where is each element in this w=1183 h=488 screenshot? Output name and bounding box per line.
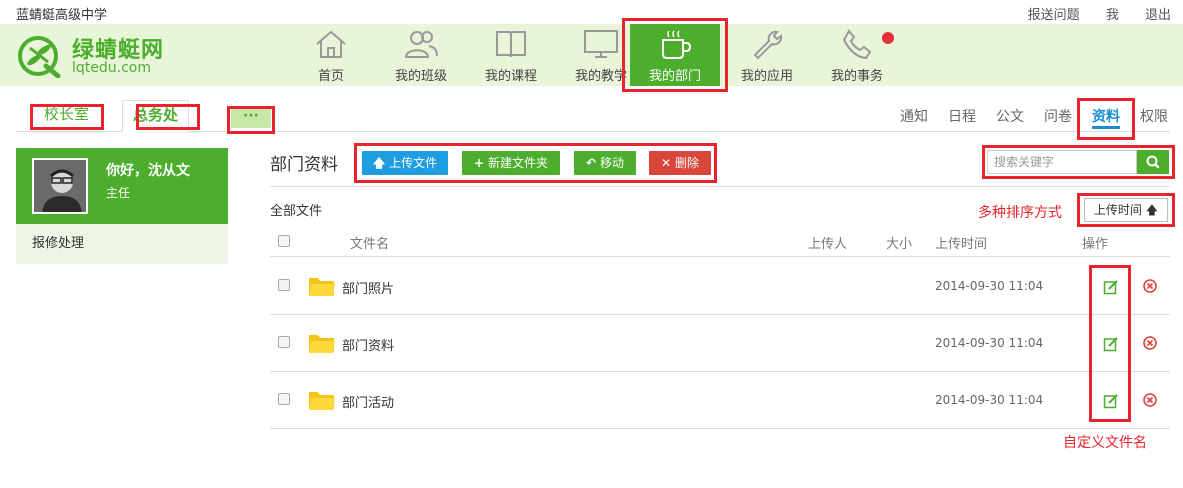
me-link[interactable]: 我 — [1106, 8, 1119, 23]
school-name: 蓝蜻蜓高级中学 — [16, 8, 108, 23]
logo-text-en: lqtedu.com — [72, 60, 151, 76]
tab-schedule[interactable]: 日程 — [948, 106, 976, 126]
header-divider — [270, 256, 1170, 257]
column-header-name: 文件名 — [350, 237, 390, 252]
toolbar-divider — [270, 186, 1170, 187]
logout-link[interactable]: 退出 — [1145, 8, 1171, 23]
tab-materials[interactable]: 资料 — [1092, 106, 1120, 126]
row-checkbox[interactable] — [278, 336, 290, 348]
search-button[interactable] — [1137, 150, 1169, 174]
column-header-size: 大小 — [886, 237, 913, 252]
column-header-time: 上传时间 — [935, 237, 988, 252]
row-divider — [270, 371, 1170, 372]
nav-my-department[interactable]: 我的部门 — [630, 24, 720, 86]
search-input[interactable]: 搜索关键字 — [987, 150, 1137, 174]
folder-icon — [309, 335, 335, 353]
search-icon — [1146, 155, 1160, 169]
file-name[interactable]: 部门资料 — [342, 335, 394, 354]
file-name[interactable]: 部门照片 — [342, 278, 394, 297]
arrow-up-icon: 🡅 — [1145, 203, 1159, 217]
new-folder-button[interactable]: + 新建文件夹 — [462, 151, 560, 175]
department-tabs-row: 校长室 总务处 ··· 通知 日程 公文 问卷 资料 权限 — [16, 96, 1170, 132]
upload-time: 2014-09-30 11:04 — [935, 336, 1044, 350]
breadcrumb-all-files[interactable]: 全部文件 — [270, 200, 322, 219]
remove-circle-icon[interactable] — [1142, 335, 1158, 351]
tab-notice[interactable]: 通知 — [900, 106, 928, 126]
top-links: 报送问题 我 退出 — [1006, 4, 1171, 23]
file-name[interactable]: 部门活动 — [342, 392, 394, 411]
active-tab-underline — [1092, 126, 1120, 129]
tab-documents[interactable]: 公文 — [996, 106, 1024, 126]
delete-button[interactable]: ✕ 删除 — [649, 151, 711, 175]
dragonfly-logo-icon — [18, 36, 61, 78]
row-divider — [270, 428, 1170, 429]
nav-my-affairs[interactable]: 我的事务 — [812, 24, 902, 86]
row-checkbox[interactable] — [278, 279, 290, 291]
sort-annotation: 多种排序方式 — [978, 205, 1062, 221]
arrow-up-icon: 🡅 — [372, 156, 386, 170]
plus-icon: + — [473, 156, 485, 170]
remove-circle-icon[interactable] — [1142, 392, 1158, 408]
nav-my-courses[interactable]: 我的课程 — [466, 24, 556, 86]
tab-permissions[interactable]: 权限 — [1140, 106, 1168, 126]
report-issue-link[interactable]: 报送问题 — [1028, 8, 1080, 23]
more-tabs-button[interactable]: ··· — [231, 108, 271, 128]
header: 绿蜻蜓网 lqtedu.com 首页 我的班级 我的课程 我的教学 我的部门 我… — [0, 24, 1183, 86]
upload-time: 2014-09-30 11:04 — [935, 393, 1044, 407]
edit-icon[interactable] — [1103, 336, 1119, 352]
user-profile-card: 你好，沈从文 主任 — [16, 148, 228, 224]
tab-survey[interactable]: 问卷 — [1044, 106, 1072, 126]
phone-icon — [842, 29, 872, 60]
page-title: 部门资料 — [270, 155, 338, 175]
sidebar-item-repair[interactable]: 报修处理 — [16, 224, 228, 264]
top-bar: 蓝蜻蜓高级中学 报送问题 我 退出 — [0, 0, 1183, 24]
site-logo[interactable]: 绿蜻蜓网 lqtedu.com — [16, 28, 176, 80]
column-header-uploader: 上传人 — [808, 237, 848, 252]
monitor-icon — [584, 30, 618, 58]
coffee-cup-icon — [662, 30, 692, 59]
user-portrait-icon — [34, 160, 86, 212]
wrench-icon — [753, 30, 783, 60]
close-icon: ✕ — [660, 156, 672, 170]
row-divider — [270, 314, 1170, 315]
user-role: 主任 — [106, 186, 131, 200]
greeting-text: 你好，沈从文 — [106, 163, 190, 179]
upload-time: 2014-09-30 11:04 — [935, 279, 1044, 293]
people-icon — [404, 31, 438, 58]
home-icon — [316, 30, 346, 58]
custom-filename-annotation: 自定义文件名 — [1063, 435, 1147, 451]
sort-by-upload-time-button[interactable]: 上传时间 🡅 — [1084, 198, 1168, 222]
notification-badge — [882, 32, 894, 44]
nav-home[interactable]: 首页 — [286, 24, 376, 86]
folder-icon — [309, 392, 335, 410]
tab-principal-office[interactable]: 校长室 — [34, 100, 99, 132]
nav-my-apps[interactable]: 我的应用 — [722, 24, 812, 86]
nav-my-class[interactable]: 我的班级 — [376, 24, 466, 86]
upload-file-button[interactable]: 🡅 上传文件 — [362, 151, 448, 175]
book-icon — [496, 31, 526, 58]
edit-icon[interactable] — [1103, 279, 1119, 295]
row-checkbox[interactable] — [278, 393, 290, 405]
column-header-ops: 操作 — [1082, 237, 1109, 252]
remove-circle-icon[interactable] — [1142, 278, 1158, 294]
edit-icon[interactable] — [1103, 393, 1119, 409]
tab-general-affairs[interactable]: 总务处 — [122, 100, 190, 132]
move-button[interactable]: ↶ 移动 — [574, 151, 636, 175]
avatar[interactable] — [32, 158, 88, 214]
select-all-checkbox[interactable] — [278, 235, 290, 247]
folder-icon — [309, 278, 335, 296]
reply-arrow-icon: ↶ — [585, 156, 597, 170]
